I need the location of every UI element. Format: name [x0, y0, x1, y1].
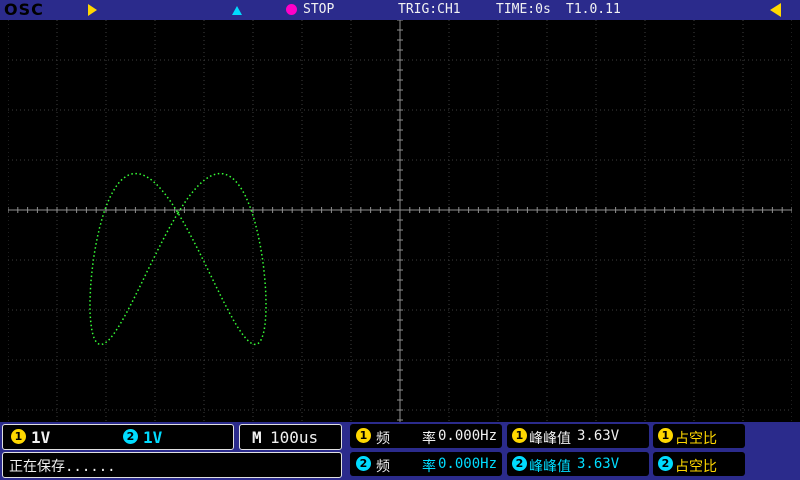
trigger-source-label: TRIG:CH1	[398, 2, 461, 17]
back-arrow-icon[interactable]	[770, 3, 781, 17]
duty-label: 占空比	[675, 431, 717, 447]
freq-label-2: 率	[422, 459, 436, 475]
ch2-freq-value: 0.000Hz	[438, 456, 498, 472]
status-message: 正在保存......	[9, 459, 116, 475]
ch1-pkpk-box[interactable]: 1 峰峰值 3.63V	[507, 424, 649, 448]
freq-label: 频	[376, 431, 390, 447]
timebase-box[interactable]: M 100us	[239, 424, 342, 450]
ch2-marker-icon	[232, 6, 242, 15]
time-offset-label: TIME:0s	[496, 2, 551, 17]
ch2-duty-box[interactable]: 2 占空比	[653, 452, 745, 476]
status-box: 正在保存......	[2, 452, 342, 478]
ch2-scale: 1V	[143, 428, 163, 447]
ch1-badge: 1	[356, 428, 371, 443]
graticule-and-trace	[8, 20, 792, 422]
ch1-duty-box[interactable]: 1 占空比	[653, 424, 745, 448]
ch1-frequency-box[interactable]: 1 频 率 0.000Hz	[350, 424, 502, 448]
top-status-bar: OSC STOP TRIG:CH1 TIME:0s T1.0.11	[0, 0, 800, 20]
stop-label[interactable]: STOP	[303, 2, 334, 17]
scope-display	[0, 20, 800, 422]
ch1-scale: 1V	[31, 428, 51, 447]
ch2-badge: 2	[658, 456, 673, 471]
ch1-pkpk-value: 3.63V	[577, 428, 620, 444]
ch2-pkpk-box[interactable]: 2 峰峰值 3.63V	[507, 452, 649, 476]
run-stop-indicator-icon[interactable]	[286, 4, 297, 15]
timebase-value: 100us	[270, 428, 319, 447]
pkpk-label: 峰峰值	[529, 431, 571, 447]
channel-scale-box[interactable]: 1 1V 2 1V	[2, 424, 234, 450]
freq-label: 频	[376, 459, 390, 475]
ch2-badge: 2	[123, 429, 138, 444]
ch1-badge: 1	[512, 428, 527, 443]
ch1-freq-value: 0.000Hz	[438, 428, 498, 444]
freq-label-2: 率	[422, 431, 436, 447]
pkpk-label: 峰峰值	[529, 459, 571, 475]
measurement-row-ch2: 2 频 率 0.000Hz 2 峰峰值 3.63V 2 占空比	[350, 452, 798, 478]
firmware-version-label: T1.0.11	[566, 2, 621, 17]
ch2-pkpk-value: 3.63V	[577, 456, 620, 472]
ch2-badge: 2	[356, 456, 371, 471]
bottom-status-bar: 1 1V 2 1V M 100us 正在保存...... 1 频 率 0.000…	[0, 422, 800, 480]
trigger-marker-icon	[88, 4, 97, 16]
ch2-badge: 2	[512, 456, 527, 471]
ch2-frequency-box[interactable]: 2 频 率 0.000Hz	[350, 452, 502, 476]
measurement-row-ch1: 1 频 率 0.000Hz 1 峰峰值 3.63V 1 占空比	[350, 424, 798, 450]
ch1-badge: 1	[658, 428, 673, 443]
osc-logo: OSC	[4, 0, 44, 19]
ch1-badge: 1	[11, 429, 26, 444]
duty-label: 占空比	[675, 459, 717, 475]
timebase-prefix: M	[252, 428, 262, 447]
